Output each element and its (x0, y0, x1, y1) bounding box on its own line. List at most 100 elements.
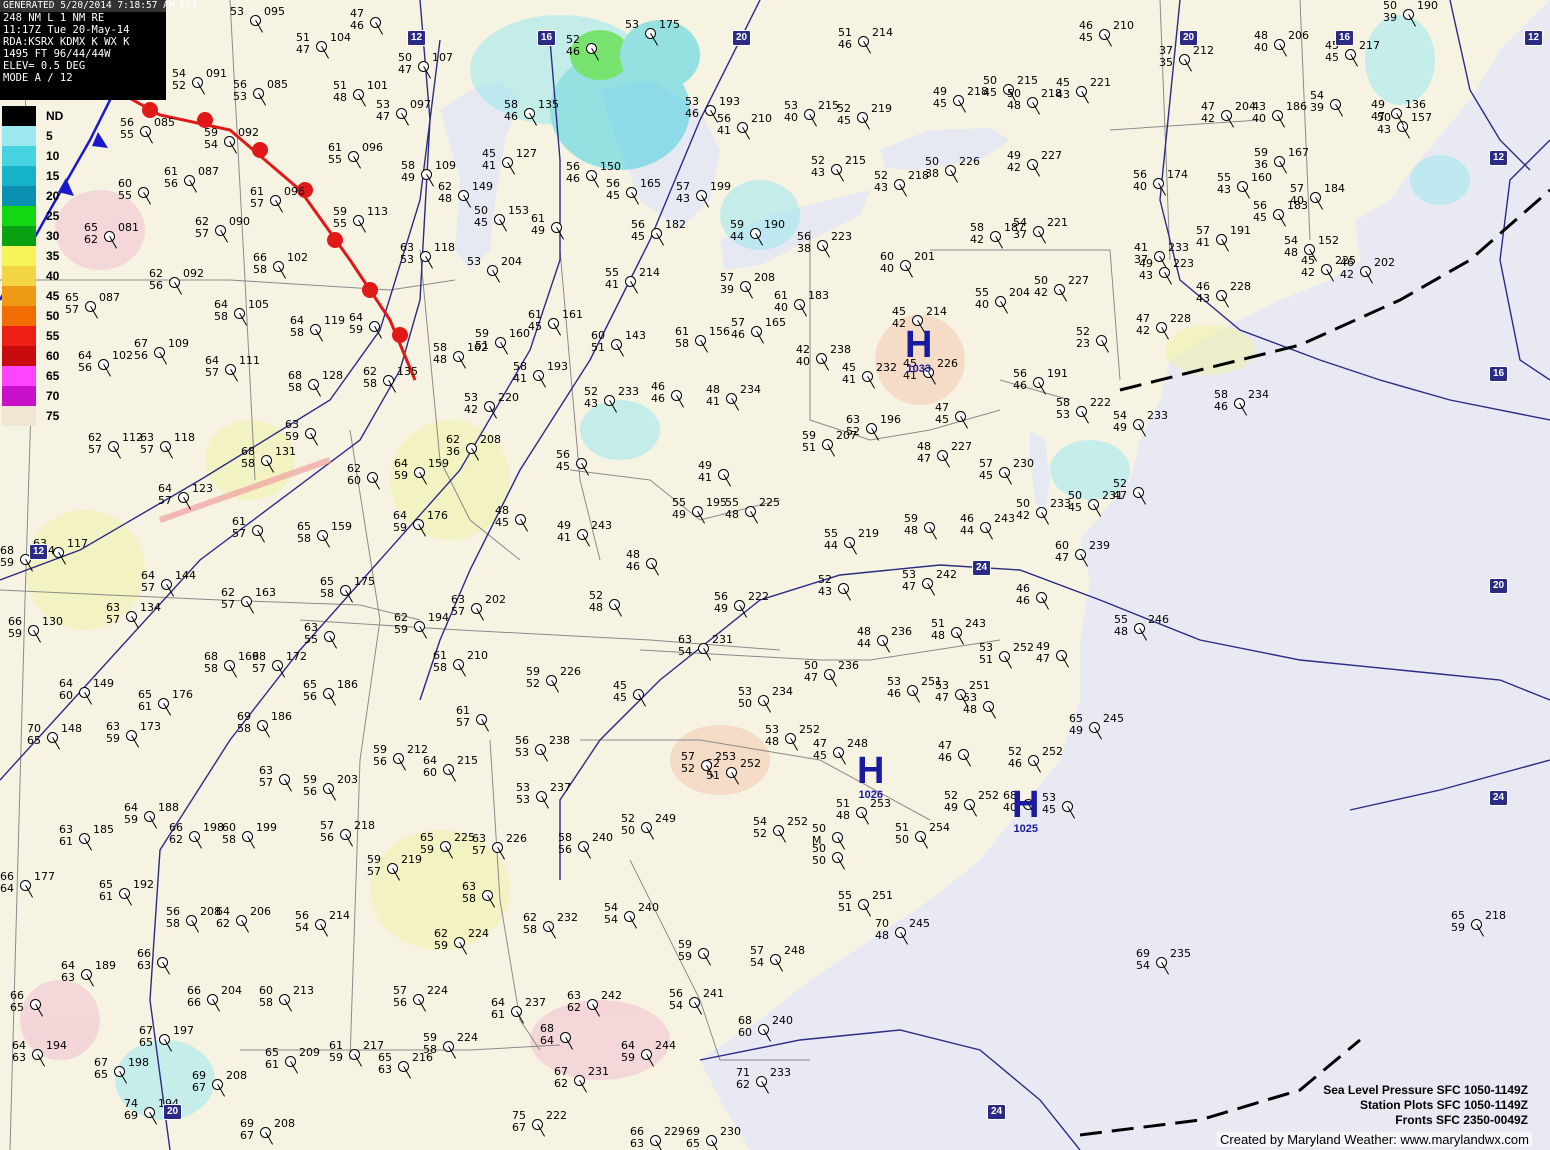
station-pressure: 109 (435, 159, 456, 172)
station-dewpoint: 62 (84, 233, 98, 246)
station-dewpoint: 59 (8, 627, 22, 640)
station-dewpoint: 58 (675, 337, 689, 350)
station-pressure: 172 (286, 650, 307, 663)
station-temperature: 53 (625, 18, 639, 31)
station-dewpoint: 45 (606, 189, 620, 202)
station-pressure: 196 (880, 413, 901, 426)
station-pressure: 149 (472, 180, 493, 193)
station-pressure: 219 (871, 102, 892, 115)
station-dewpoint: 42 (1007, 161, 1021, 174)
station-dewpoint: 47 (398, 63, 412, 76)
station-pressure: 226 (959, 155, 980, 168)
station-dewpoint: 62 (567, 1001, 581, 1014)
station-dewpoint: 66 (187, 996, 201, 1009)
station-pressure: 236 (891, 625, 912, 638)
station-pressure: 248 (784, 944, 805, 957)
station-plots: 53 095 47 46 51 47 104 50 47 107 54 52 091 56 53 085 51 4… (0, 0, 1550, 1150)
station-dewpoint: 67 (240, 1129, 254, 1142)
station-pressure: 148 (61, 722, 82, 735)
station-dewpoint: 59 (349, 323, 363, 336)
station-pressure: 135 (538, 98, 559, 111)
station-dewpoint: 42 (1136, 324, 1150, 337)
station-pressure: 167 (1288, 146, 1309, 159)
station-pressure: 214 (872, 26, 893, 39)
station-pressure: 244 (655, 1039, 676, 1052)
station-pressure: 251 (872, 889, 893, 902)
station-dewpoint: 40 (784, 111, 798, 124)
station-dewpoint: 56 (373, 755, 387, 768)
legend-row: 30 (0, 226, 66, 246)
station-pressure: 208 (226, 1069, 247, 1082)
station-pressure: 113 (367, 205, 388, 218)
station-dewpoint: 60 (423, 766, 437, 779)
route-shield: 20 (1489, 578, 1509, 594)
station-dewpoint: 57 (65, 303, 79, 316)
station-pressure: 221 (1090, 76, 1111, 89)
legend-swatch (2, 346, 36, 366)
station-pressure: 234 (740, 383, 761, 396)
station-dewpoint: 49 (401, 171, 415, 184)
legend-label: 50 (46, 309, 60, 323)
station-dewpoint: 67 (192, 1081, 206, 1094)
station-pressure: 143 (625, 329, 646, 342)
legend-swatch (2, 326, 36, 346)
station-dewpoint: 58 (363, 377, 377, 390)
station-pressure: 208 (480, 433, 501, 446)
station-pressure: 243 (965, 617, 986, 630)
station-dewpoint: 45 (837, 114, 851, 127)
station-pressure: 234 (772, 685, 793, 698)
station-pressure: 234 (1248, 388, 1269, 401)
station-pressure: 198 (203, 821, 224, 834)
station-dewpoint: 52 (172, 79, 186, 92)
station-dewpoint: 54 (204, 138, 218, 151)
legend-label: 55 (46, 329, 60, 343)
station-pressure: 189 (95, 959, 116, 972)
station-pressure: 105 (248, 298, 269, 311)
credit-text: Created by Maryland Weather: www.marylan… (1217, 1132, 1532, 1147)
station-pressure: 251 (969, 679, 990, 692)
station-pressure: 199 (710, 180, 731, 193)
station-dewpoint: 58 (237, 722, 251, 735)
station-dewpoint: 51 (475, 339, 489, 352)
station-pressure: 240 (772, 1014, 793, 1027)
radar-info-line: 11:17Z Tue 20-May-14 (3, 24, 130, 36)
station-dewpoint: 42 (1301, 266, 1315, 279)
station-dewpoint: 59 (434, 939, 448, 952)
station-pressure: 135 (397, 365, 418, 378)
station-pressure: 209 (299, 1046, 320, 1059)
station-pressure: 130 (42, 615, 63, 628)
station-pressure: 188 (158, 801, 179, 814)
station-pressure: 252 (799, 723, 820, 736)
footer-line: Station Plots SFC 1050-1149Z (1359, 1098, 1528, 1112)
legend-label: 30 (46, 229, 60, 243)
station-pressure: 102 (287, 251, 308, 264)
station-dewpoint: 41 (1196, 236, 1210, 249)
station-dewpoint: 41 (698, 471, 712, 484)
station-dewpoint: 37 (1013, 228, 1027, 241)
station-dewpoint: 41 (605, 278, 619, 291)
route-shield: 20 (732, 30, 752, 46)
station-pressure: 218 (1485, 909, 1506, 922)
station-pressure: 235 (1170, 947, 1191, 960)
station-pressure: 233 (1147, 409, 1168, 422)
station-pressure: 242 (601, 989, 622, 1002)
station-dewpoint: 54 (604, 913, 618, 926)
station-pressure: 176 (172, 688, 193, 701)
station-dewpoint: 58 (166, 917, 180, 930)
station-dewpoint: 41 (717, 124, 731, 137)
station-pressure: 236 (838, 659, 859, 672)
station-dewpoint: 65 (686, 1137, 700, 1150)
station-pressure: 191 (1230, 224, 1251, 237)
station-pressure: 232 (557, 911, 578, 924)
station-dewpoint: 52 (753, 827, 767, 840)
station-dewpoint: 46 (626, 560, 640, 573)
station-pressure: 160 (509, 327, 530, 340)
station-dewpoint: 48 (1284, 246, 1298, 259)
station-dewpoint: 48 (931, 629, 945, 642)
station-dewpoint: 64 (0, 882, 14, 895)
station-pressure: 095 (264, 5, 285, 18)
station-pressure: 202 (485, 593, 506, 606)
station-dewpoint: 46 (938, 751, 952, 764)
route-shield: 24 (972, 560, 992, 576)
station-dewpoint: 57 (106, 613, 120, 626)
